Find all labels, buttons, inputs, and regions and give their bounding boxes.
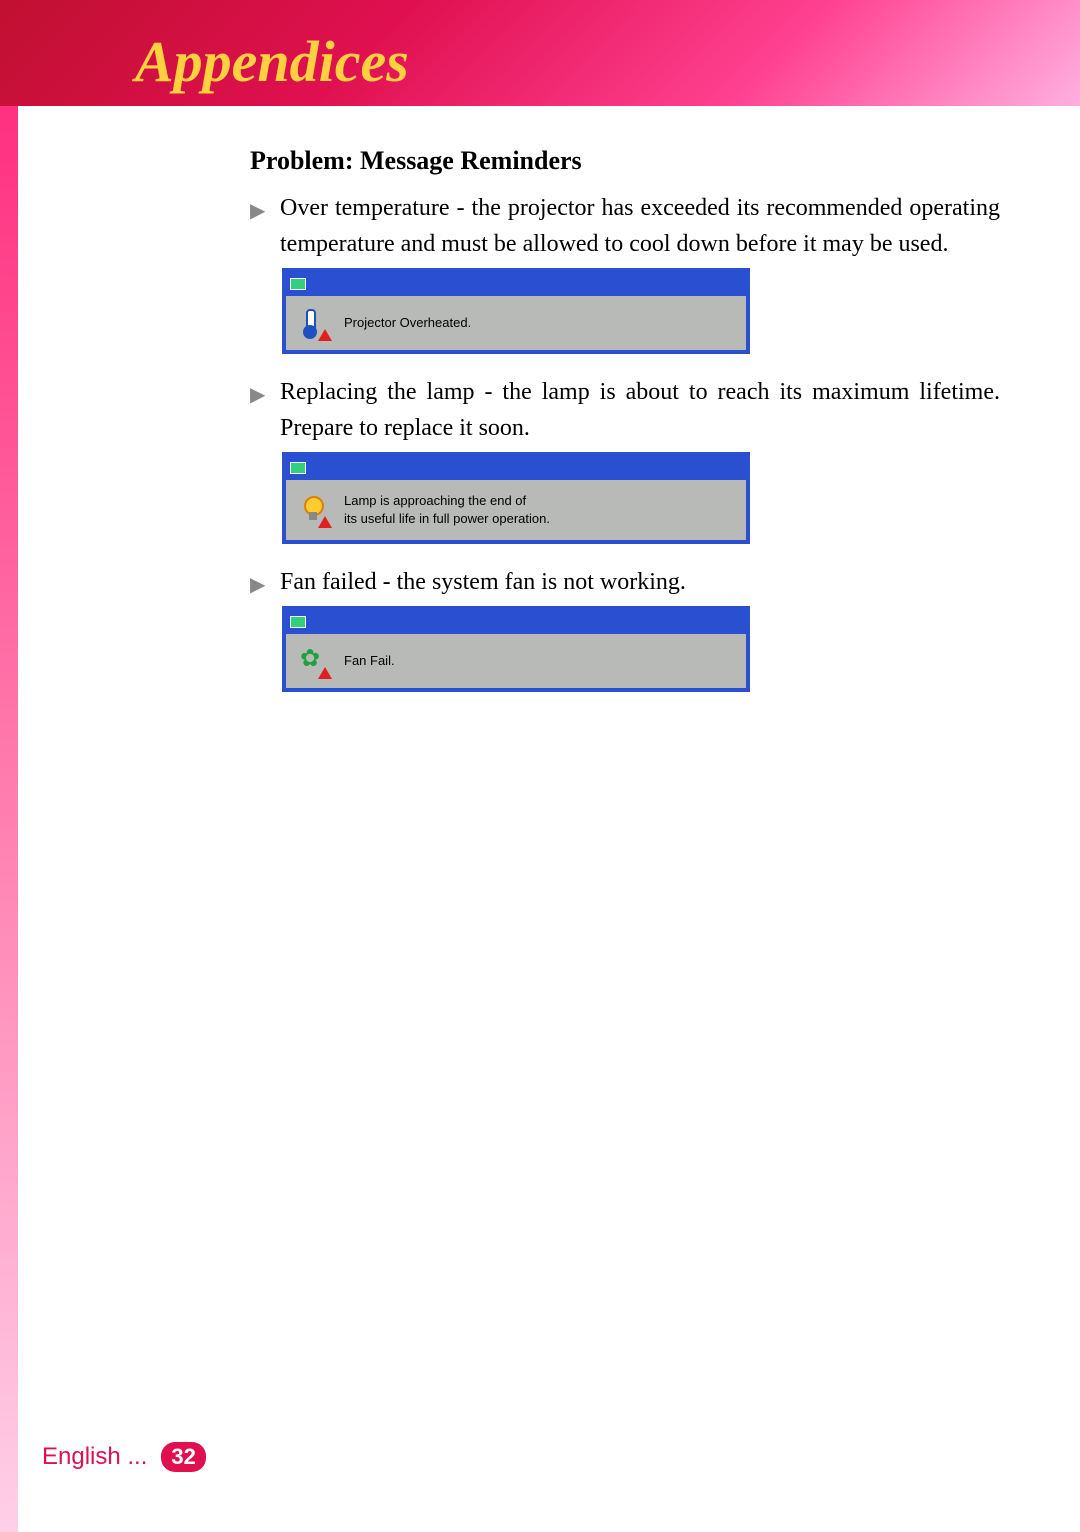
projector-icon bbox=[290, 462, 306, 474]
message-dialog-lamp: Lamp is approaching the end ofits useful… bbox=[282, 452, 750, 544]
bullet-item: ▶ Fan failed - the system fan is not wor… bbox=[250, 564, 1000, 600]
bullet-arrow-icon: ▶ bbox=[250, 190, 270, 262]
page-number-pill: 32 bbox=[161, 1442, 205, 1472]
content-area: Problem: Message Reminders ▶ Over temper… bbox=[0, 106, 1080, 692]
dialog-message-text: Lamp is approaching the end ofits useful… bbox=[344, 492, 550, 528]
footer-language: English ... bbox=[42, 1443, 147, 1471]
bullet-text: Fan failed - the system fan is not worki… bbox=[280, 564, 1000, 600]
message-dialog-overheat: Projector Overheated. bbox=[282, 268, 750, 354]
bullet-text: Replacing the lamp - the lamp is about t… bbox=[280, 374, 1000, 446]
warning-triangle-icon bbox=[318, 516, 332, 528]
dialog-body: Fan Fail. bbox=[286, 634, 746, 688]
bullet-text: Over temperature - the projector has exc… bbox=[280, 190, 1000, 262]
bullet-item: ▶ Replacing the lamp - the lamp is about… bbox=[250, 374, 1000, 446]
page-footer: English ... 32 bbox=[42, 1442, 206, 1472]
bullet-item: ▶ Over temperature - the projector has e… bbox=[250, 190, 1000, 262]
dialog-message-text: Fan Fail. bbox=[344, 652, 395, 670]
warning-triangle-icon bbox=[318, 667, 332, 679]
projector-icon bbox=[290, 278, 306, 290]
warning-triangle-icon bbox=[318, 329, 332, 341]
projector-icon bbox=[290, 616, 306, 628]
thermometer-icon bbox=[300, 309, 328, 337]
fan-icon bbox=[300, 647, 328, 675]
dialog-message-text: Projector Overheated. bbox=[344, 314, 471, 332]
bullet-arrow-icon: ▶ bbox=[250, 564, 270, 600]
dialog-titlebar bbox=[286, 610, 746, 634]
left-gradient-stripe bbox=[0, 106, 18, 1532]
dialog-titlebar bbox=[286, 456, 746, 480]
message-dialog-fan: Fan Fail. bbox=[282, 606, 750, 692]
header-title: Appendices bbox=[135, 28, 409, 95]
section-heading: Problem: Message Reminders bbox=[250, 141, 1000, 180]
dialog-titlebar bbox=[286, 272, 746, 296]
header-band: Appendices bbox=[0, 0, 1080, 106]
lamp-icon bbox=[300, 496, 328, 524]
dialog-body: Lamp is approaching the end ofits useful… bbox=[286, 480, 746, 540]
bullet-arrow-icon: ▶ bbox=[250, 374, 270, 446]
dialog-body: Projector Overheated. bbox=[286, 296, 746, 350]
